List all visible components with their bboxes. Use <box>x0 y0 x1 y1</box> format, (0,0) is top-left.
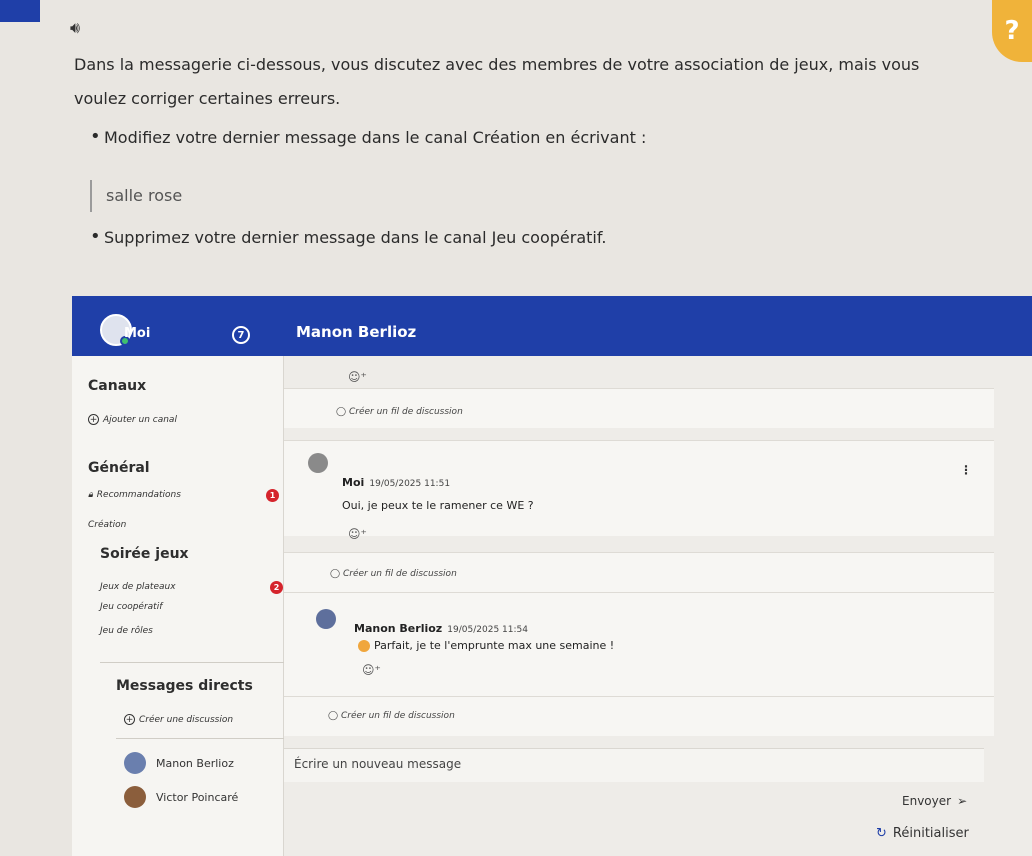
add-channel-link[interactable]: + Ajouter un canal <box>88 414 177 425</box>
send-icon: ➢ <box>957 794 968 808</box>
dm-manon-berlioz[interactable]: Manon Berlioz <box>124 752 234 774</box>
thread-row: ◯ Créer un fil de discussion <box>284 388 994 428</box>
avatar <box>124 752 146 774</box>
speaker-icon[interactable]: 🔊︎ <box>70 18 80 38</box>
channel-jeux-de-plateaux[interactable]: Jeux de plateaux <box>100 582 176 592</box>
top-accent-bar <box>0 0 40 22</box>
chat-bubble-icon: ◯ <box>328 711 339 721</box>
sidebar: Canaux + Ajouter un canal Général 🔒︎ Rec… <box>72 356 297 856</box>
add-reaction-icon[interactable]: ☺⁺ <box>362 663 381 677</box>
channels-title: Canaux <box>88 378 147 394</box>
avatar <box>308 453 328 473</box>
message-header: Moi 19/05/2025 11:51 <box>342 471 450 490</box>
emoji-icon <box>358 640 370 652</box>
messaging-app: Moi 7 Manon Berlioz Canaux + Ajouter un … <box>72 296 1032 856</box>
plus-icon: + <box>124 714 135 725</box>
sidebar-divider <box>100 662 284 663</box>
message-input[interactable]: Écrire un nouveau message <box>284 748 984 782</box>
instruction-bullet-2: Supprimez votre dernier message dans le … <box>90 226 606 247</box>
instruction-bullet-1: Modifiez votre dernier message dans le c… <box>90 126 646 147</box>
avatar <box>124 786 146 808</box>
my-name: Moi <box>124 326 151 341</box>
badge-jeux-de-plateaux: 2 <box>270 581 283 594</box>
reset-button[interactable]: ↻ Réinitialiser <box>876 826 969 841</box>
message-header: Manon Berlioz 19/05/2025 11:54 <box>354 617 528 636</box>
message-author: Manon Berlioz <box>354 622 443 635</box>
message-area: ☺⁺ ◯ Créer un fil de discussion Moi 19/0… <box>284 356 1032 856</box>
add-reaction-icon[interactable]: ☺⁺ <box>348 527 367 541</box>
help-icon[interactable]: ? <box>992 0 1032 62</box>
avatar <box>316 609 336 629</box>
chat-bubble-icon: ◯ <box>330 569 341 579</box>
instruction-quote: salle rose <box>90 180 310 212</box>
badge-recommandations: 1 <box>266 489 279 502</box>
channel-recommandations[interactable]: 🔒︎ Recommandations <box>88 490 181 500</box>
message-row: Manon Berlioz 19/05/2025 11:54 Parfait, … <box>284 592 994 702</box>
message-row: Moi 19/05/2025 11:51 Oui, je peux te le … <box>284 440 994 541</box>
notification-count[interactable]: 7 <box>232 326 250 344</box>
add-reaction-icon[interactable]: ☺⁺ <box>348 370 367 384</box>
plus-icon: + <box>88 414 99 425</box>
create-discussion-link[interactable]: + Créer une discussion <box>124 714 233 725</box>
app-header: Moi 7 Manon Berlioz <box>72 296 1032 356</box>
create-thread-link[interactable]: ◯ Créer un fil de discussion <box>336 407 463 417</box>
message-text[interactable]: Oui, je peux te le ramener ce WE ? <box>342 499 534 512</box>
lock-icon: 🔒︎ <box>88 490 93 500</box>
more-options-icon[interactable]: ⋮ <box>960 463 972 477</box>
channel-jeu-de-roles[interactable]: Jeu de rôles <box>100 626 153 636</box>
message-time: 19/05/2025 11:54 <box>447 625 528 635</box>
create-thread-link[interactable]: ◯ Créer un fil de discussion <box>328 711 455 721</box>
dm-title: Messages directs <box>116 678 253 694</box>
reset-icon: ↻ <box>876 826 887 841</box>
create-thread-link[interactable]: ◯ Créer un fil de discussion <box>330 569 457 579</box>
message-text[interactable]: Parfait, je te l'emprunte max une semain… <box>358 639 614 652</box>
thread-row: ◯ Créer un fil de discussion <box>284 696 994 736</box>
channel-group-soiree-jeux[interactable]: Soirée jeux <box>100 546 189 562</box>
message-time: 19/05/2025 11:51 <box>369 479 451 489</box>
chat-bubble-icon: ◯ <box>336 407 347 417</box>
message-author: Moi <box>342 476 365 489</box>
dm-victor-poincare[interactable]: Victor Poincaré <box>124 786 238 808</box>
channel-jeu-cooperatif[interactable]: Jeu coopératif <box>100 602 162 612</box>
conversation-title: Manon Berlioz <box>296 323 417 341</box>
channel-group-general[interactable]: Général <box>88 460 150 476</box>
channel-creation[interactable]: Création <box>88 520 126 530</box>
sidebar-divider <box>116 738 284 739</box>
thread-row: ◯ Créer un fil de discussion <box>284 552 994 592</box>
send-button[interactable]: Envoyer ➢ <box>902 794 967 808</box>
instructions-intro: Dans la messagerie ci-dessous, vous disc… <box>74 55 920 108</box>
